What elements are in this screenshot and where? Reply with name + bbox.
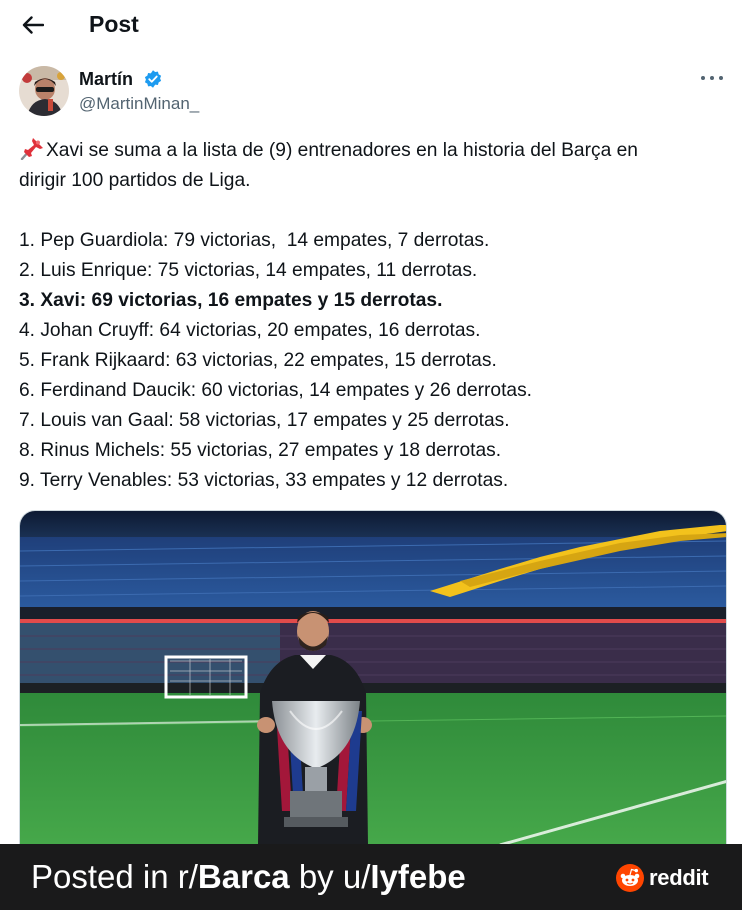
back-button[interactable] [18,10,48,40]
reddit-logo[interactable]: reddit [616,863,709,893]
posted-in-text: Posted in r/Barca by u/Iyfebe [31,858,466,896]
post-media-image[interactable] [19,510,727,844]
reddit-username[interactable]: Iyfebe [370,858,465,895]
author-name[interactable]: Martín [79,69,133,90]
ranking-item-4: 4. Johan Cruyff: 64 victorias, 20 empate… [19,320,481,341]
more-options-button[interactable] [701,70,723,86]
reddit-wordmark: reddit [649,865,709,890]
post-intro-text-2: dirigir 100 partidos de Liga. [19,170,251,191]
ranking-item-3-highlighted: 3. Xavi: 69 victorias, 16 empates y 15 d… [19,290,443,311]
page-title: Post [89,11,139,37]
avatar[interactable] [19,66,69,116]
avatar-image [19,66,69,116]
post-author: Martín @MartinMinan_ [19,66,723,120]
ranking-item-2: 2. Luis Enrique: 75 victorias, 14 empate… [19,260,478,281]
ranking-item-5: 5. Frank Rijkaard: 63 victorias, 22 empa… [19,350,497,371]
stadium-photo [20,511,726,844]
reddit-alien-icon [616,864,644,892]
pushpin-icon [20,138,43,160]
post-intro-line: Xavi se suma a la lista de (9) entrenado… [19,136,729,166]
more-dot-icon [701,76,705,80]
more-dot-icon [719,76,723,80]
top-bar: Post [0,0,742,50]
reddit-attribution-banner: Posted in r/Barca by u/Iyfebe reddit [0,844,742,910]
arrow-left-icon [22,16,44,34]
ranking-item-7: 7. Louis van Gaal: 58 victorias, 17 empa… [19,410,510,431]
ranking-item-9: 9. Terry Venables: 53 victorias, 33 empa… [19,470,509,491]
ranking-item-6: 6. Ferdinand Daucik: 60 victorias, 14 em… [19,380,532,401]
verified-badge-icon [144,70,162,88]
ranking-item-1: 1. Pep Guardiola: 79 victorias, 14 empat… [19,230,490,251]
posted-in-prefix: Posted in r/ [31,858,198,895]
subreddit-name[interactable]: Barca [198,858,290,895]
ranking-item-8: 8. Rinus Michels: 55 victorias, 27 empat… [19,440,502,461]
author-handle[interactable]: @MartinMinan_ [79,94,199,114]
more-dot-icon [710,76,714,80]
post-intro-text-1: Xavi se suma a la lista de (9) entrenado… [46,140,638,161]
post-text: Xavi se suma a la lista de (9) entrenado… [19,136,729,496]
posted-by-prefix: by u/ [289,858,371,895]
